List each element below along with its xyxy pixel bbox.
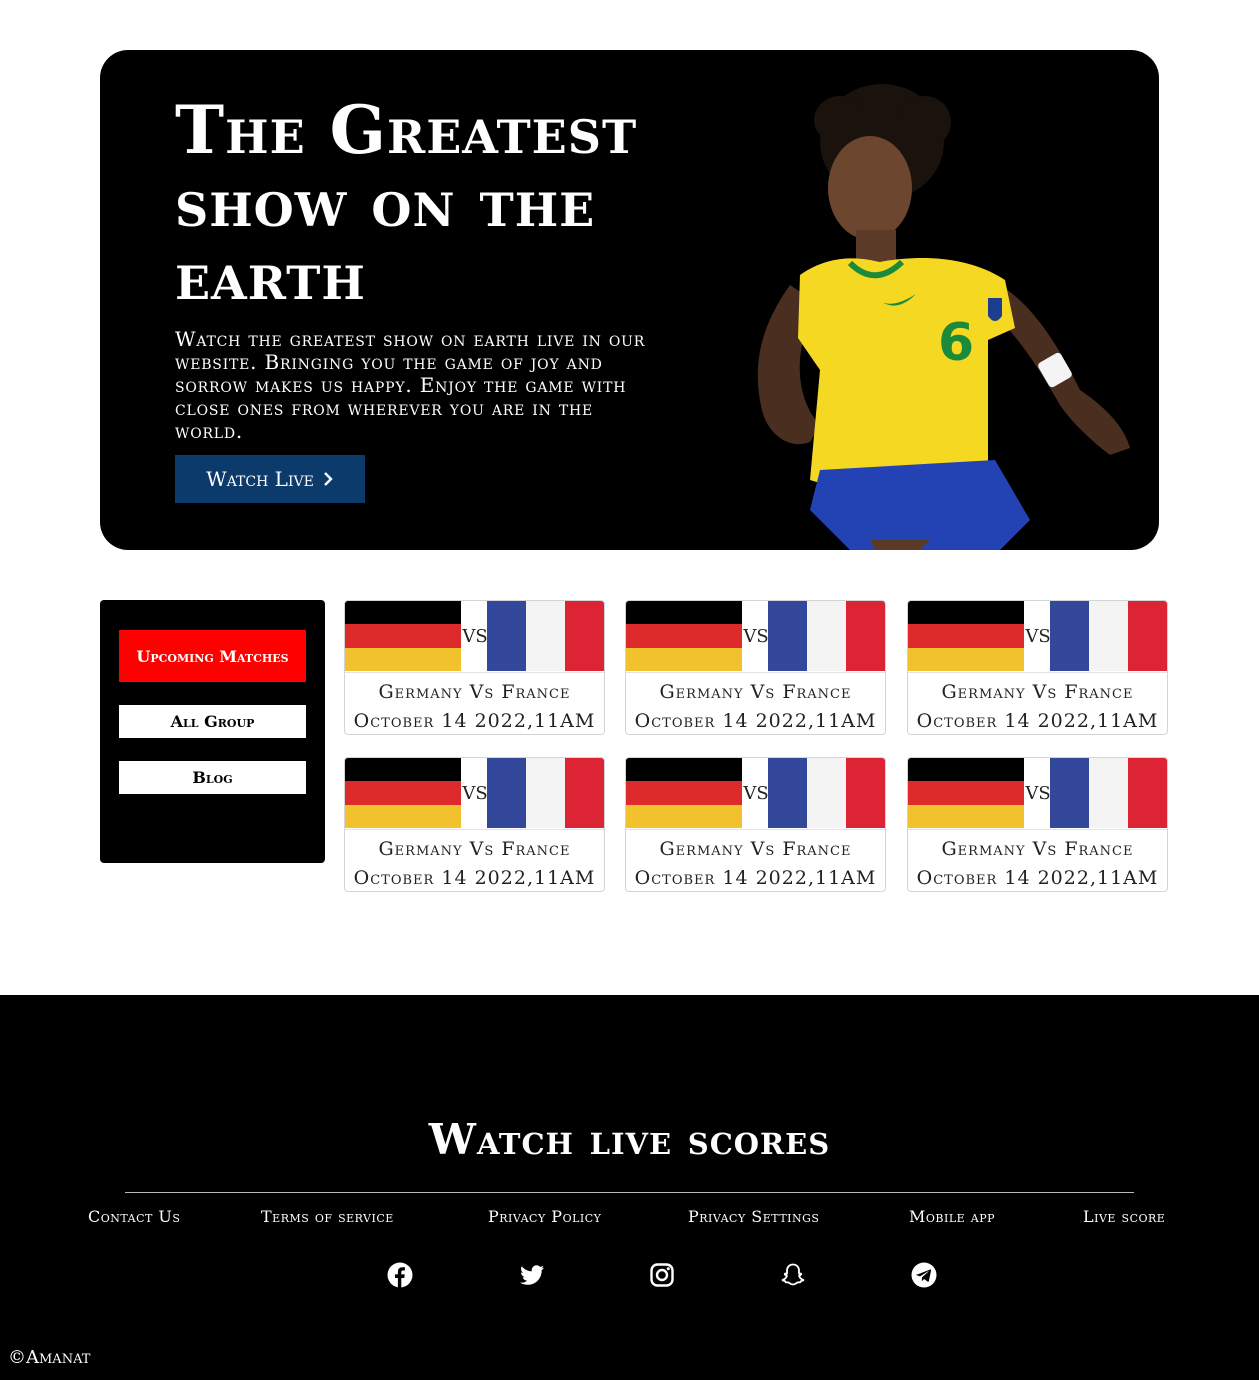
football-player-image: 6: [757, 84, 1130, 550]
germany-flag-icon: [626, 758, 742, 828]
match-flags: VS: [626, 758, 885, 830]
footer-link-live-score[interactable]: Live score: [1083, 1207, 1165, 1226]
match-card[interactable]: VS Germany Vs France October 14 2022,11AM: [344, 600, 605, 735]
footer-link-contact-us[interactable]: Contact Us: [88, 1207, 180, 1226]
match-card[interactable]: VS Germany Vs France October 14 2022,11AM: [344, 757, 605, 892]
footer-title: Watch live scores: [428, 1115, 831, 1164]
match-flags: VS: [345, 601, 604, 673]
match-title: Germany Vs France: [941, 838, 1134, 860]
watch-live-label: Watch Live: [206, 467, 314, 491]
france-flag-icon: [487, 758, 604, 828]
match-card[interactable]: VS Germany Vs France October 14 2022,11AM: [907, 600, 1168, 735]
vs-label: VS: [462, 625, 488, 647]
match-title: Germany Vs France: [659, 838, 852, 860]
germany-flag-icon: [908, 601, 1024, 671]
svg-text:6: 6: [938, 313, 974, 373]
match-date: October 14 2022,11AM: [353, 867, 596, 889]
germany-flag-icon: [626, 601, 742, 671]
match-date: October 14 2022,11AM: [634, 710, 877, 732]
france-flag-icon: [1050, 601, 1167, 671]
match-date: October 14 2022,11AM: [353, 710, 596, 732]
match-title: Germany Vs France: [941, 681, 1134, 703]
footer-link-privacy-policy[interactable]: Privacy Policy: [488, 1207, 601, 1226]
match-date: October 14 2022,11AM: [916, 710, 1159, 732]
sidebar-item-all-group[interactable]: All Group: [119, 705, 306, 738]
germany-flag-icon: [345, 601, 461, 671]
match-flags: VS: [345, 758, 604, 830]
footer-link-privacy-settings[interactable]: Privacy Settings: [688, 1207, 819, 1226]
twitter-icon[interactable]: [519, 1262, 545, 1288]
chevron-right-icon: [323, 472, 333, 486]
facebook-icon[interactable]: [387, 1262, 413, 1288]
germany-flag-icon: [908, 758, 1024, 828]
vs-label: VS: [743, 625, 769, 647]
instagram-icon[interactable]: [649, 1262, 675, 1288]
match-flags: VS: [908, 758, 1167, 830]
footer-link-mobile-app[interactable]: Mobile app: [909, 1207, 995, 1226]
match-title: Germany Vs France: [659, 681, 852, 703]
match-date: October 14 2022,11AM: [916, 867, 1159, 889]
hero-banner: The Greatest show on the earth Watch the…: [100, 50, 1159, 550]
sidebar-item-upcoming-matches[interactable]: Upcoming Matches: [119, 630, 306, 682]
copyright-text: ©Amanat: [8, 1347, 91, 1368]
germany-flag-icon: [345, 758, 461, 828]
hero-description: Watch the greatest show on earth live in…: [175, 327, 646, 443]
hero-title: The Greatest show on the earth: [175, 91, 638, 315]
france-flag-icon: [768, 758, 885, 828]
telegram-icon[interactable]: [911, 1262, 937, 1288]
footer-divider: [125, 1192, 1134, 1193]
vs-label: VS: [462, 782, 488, 804]
sidebar: Upcoming Matches All Group Blog: [100, 600, 325, 863]
france-flag-icon: [768, 601, 885, 671]
footer: Watch live scores Contact Us Terms of se…: [0, 995, 1259, 1380]
vs-label: VS: [743, 782, 769, 804]
watch-live-button[interactable]: Watch Live: [175, 455, 365, 503]
france-flag-icon: [487, 601, 604, 671]
match-title: Germany Vs France: [378, 838, 571, 860]
vs-label: VS: [1025, 625, 1051, 647]
match-card[interactable]: VS Germany Vs France October 14 2022,11AM: [625, 757, 886, 892]
match-card[interactable]: VS Germany Vs France October 14 2022,11AM: [907, 757, 1168, 892]
match-flags: VS: [626, 601, 885, 673]
footer-link-terms-of-service[interactable]: Terms of service: [261, 1207, 394, 1226]
match-date: October 14 2022,11AM: [634, 867, 877, 889]
match-card[interactable]: VS Germany Vs France October 14 2022,11AM: [625, 600, 886, 735]
match-flags: VS: [908, 601, 1167, 673]
match-title: Germany Vs France: [378, 681, 571, 703]
france-flag-icon: [1050, 758, 1167, 828]
sidebar-item-blog[interactable]: Blog: [119, 761, 306, 794]
vs-label: VS: [1025, 782, 1051, 804]
snapchat-icon[interactable]: [780, 1262, 806, 1288]
